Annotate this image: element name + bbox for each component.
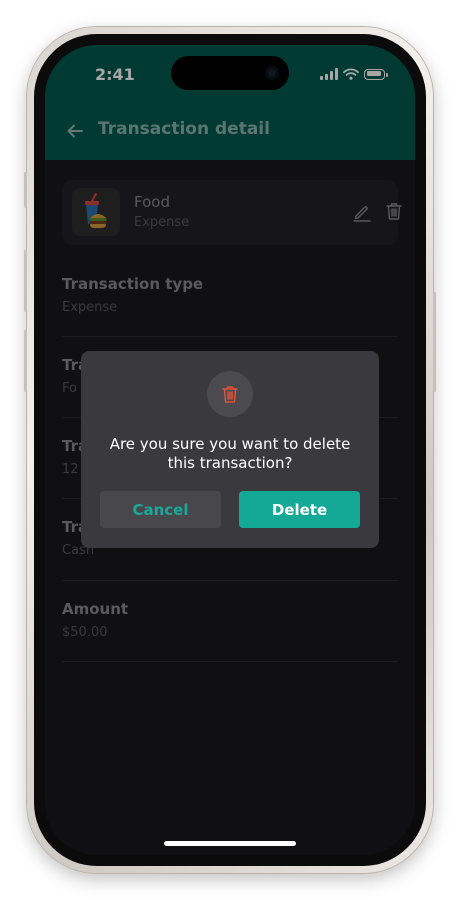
power-button	[433, 292, 436, 392]
delete-confirm-dialog: Are you sure you want to delete this tra…	[81, 351, 379, 548]
dialog-icon-badge	[207, 371, 253, 417]
volume-down-button	[24, 330, 27, 392]
dialog-message: Are you sure you want to delete this tra…	[109, 435, 351, 472]
action-button	[24, 172, 27, 208]
home-indicator[interactable]	[164, 841, 296, 846]
trash-icon	[222, 386, 238, 403]
volume-up-button	[24, 250, 27, 312]
phone-screen: 2:41 Transaction detail Food Expense Tra…	[45, 45, 415, 855]
cancel-button[interactable]: Cancel	[100, 491, 221, 528]
delete-button[interactable]: Delete	[239, 491, 360, 528]
